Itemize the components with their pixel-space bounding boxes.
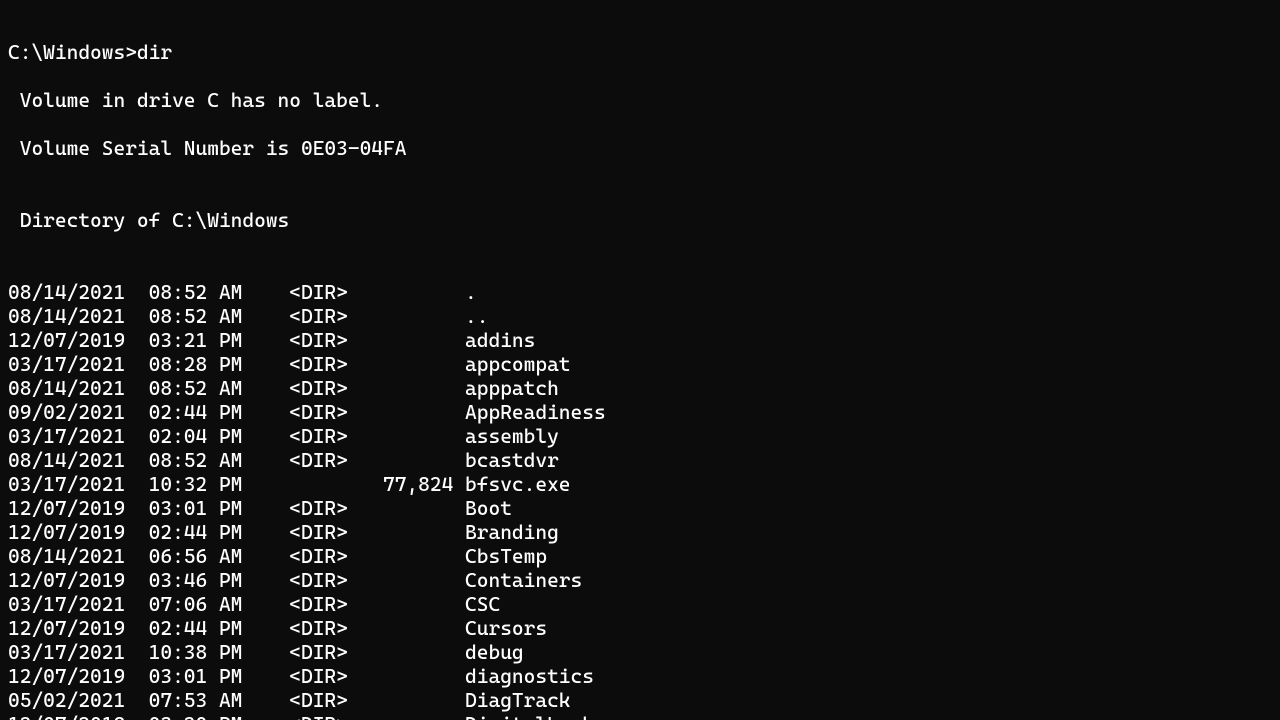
command: dir — [137, 40, 172, 64]
dir-entry: 12/07/2019 03:01 PM <DIR> Boot — [8, 496, 1272, 520]
terminal-output[interactable]: C:\Windows>dir Volume in drive C has no … — [0, 0, 1280, 720]
dir-entry: 08/14/2021 08:52 AM <DIR> apppatch — [8, 376, 1272, 400]
dir-entry: 08/14/2021 08:52 AM <DIR> . — [8, 280, 1272, 304]
dir-entry: 03/17/2021 10:38 PM <DIR> debug — [8, 640, 1272, 664]
dir-entry: 03/17/2021 02:04 PM <DIR> assembly — [8, 424, 1272, 448]
dir-entry: 12/07/2019 03:01 PM <DIR> diagnostics — [8, 664, 1272, 688]
dir-entry: 12/07/2019 03:46 PM <DIR> Containers — [8, 568, 1272, 592]
dir-entry: 08/14/2021 08:52 AM <DIR> .. — [8, 304, 1272, 328]
dir-entry: 08/14/2021 08:52 AM <DIR> bcastdvr — [8, 448, 1272, 472]
dir-entry: 03/17/2021 10:32 PM 77,824 bfsvc.exe — [8, 472, 1272, 496]
dir-entry: 03/17/2021 07:06 AM <DIR> CSC — [8, 592, 1272, 616]
dir-entry: 09/02/2021 02:44 PM <DIR> AppReadiness — [8, 400, 1272, 424]
prompt: C:\Windows> — [8, 40, 137, 64]
dir-entries: 08/14/2021 08:52 AM <DIR> .08/14/2021 08… — [8, 280, 1272, 720]
serial-line: Volume Serial Number is 0E03-04FA — [8, 136, 1272, 160]
dir-entry: 08/14/2021 06:56 AM <DIR> CbsTemp — [8, 544, 1272, 568]
dir-entry: 03/17/2021 08:28 PM <DIR> appcompat — [8, 352, 1272, 376]
dir-entry: 12/07/2019 03:20 PM <DIR> DigitalLocker — [8, 712, 1272, 720]
dir-entry: 05/02/2021 07:53 AM <DIR> DiagTrack — [8, 688, 1272, 712]
volume-line: Volume in drive C has no label. — [8, 88, 1272, 112]
prompt-line: C:\Windows>dir — [8, 40, 1272, 64]
dir-entry: 12/07/2019 02:44 PM <DIR> Cursors — [8, 616, 1272, 640]
dir-entry: 12/07/2019 03:21 PM <DIR> addins — [8, 328, 1272, 352]
dir-entry: 12/07/2019 02:44 PM <DIR> Branding — [8, 520, 1272, 544]
dirof-line: Directory of C:\Windows — [8, 208, 1272, 232]
